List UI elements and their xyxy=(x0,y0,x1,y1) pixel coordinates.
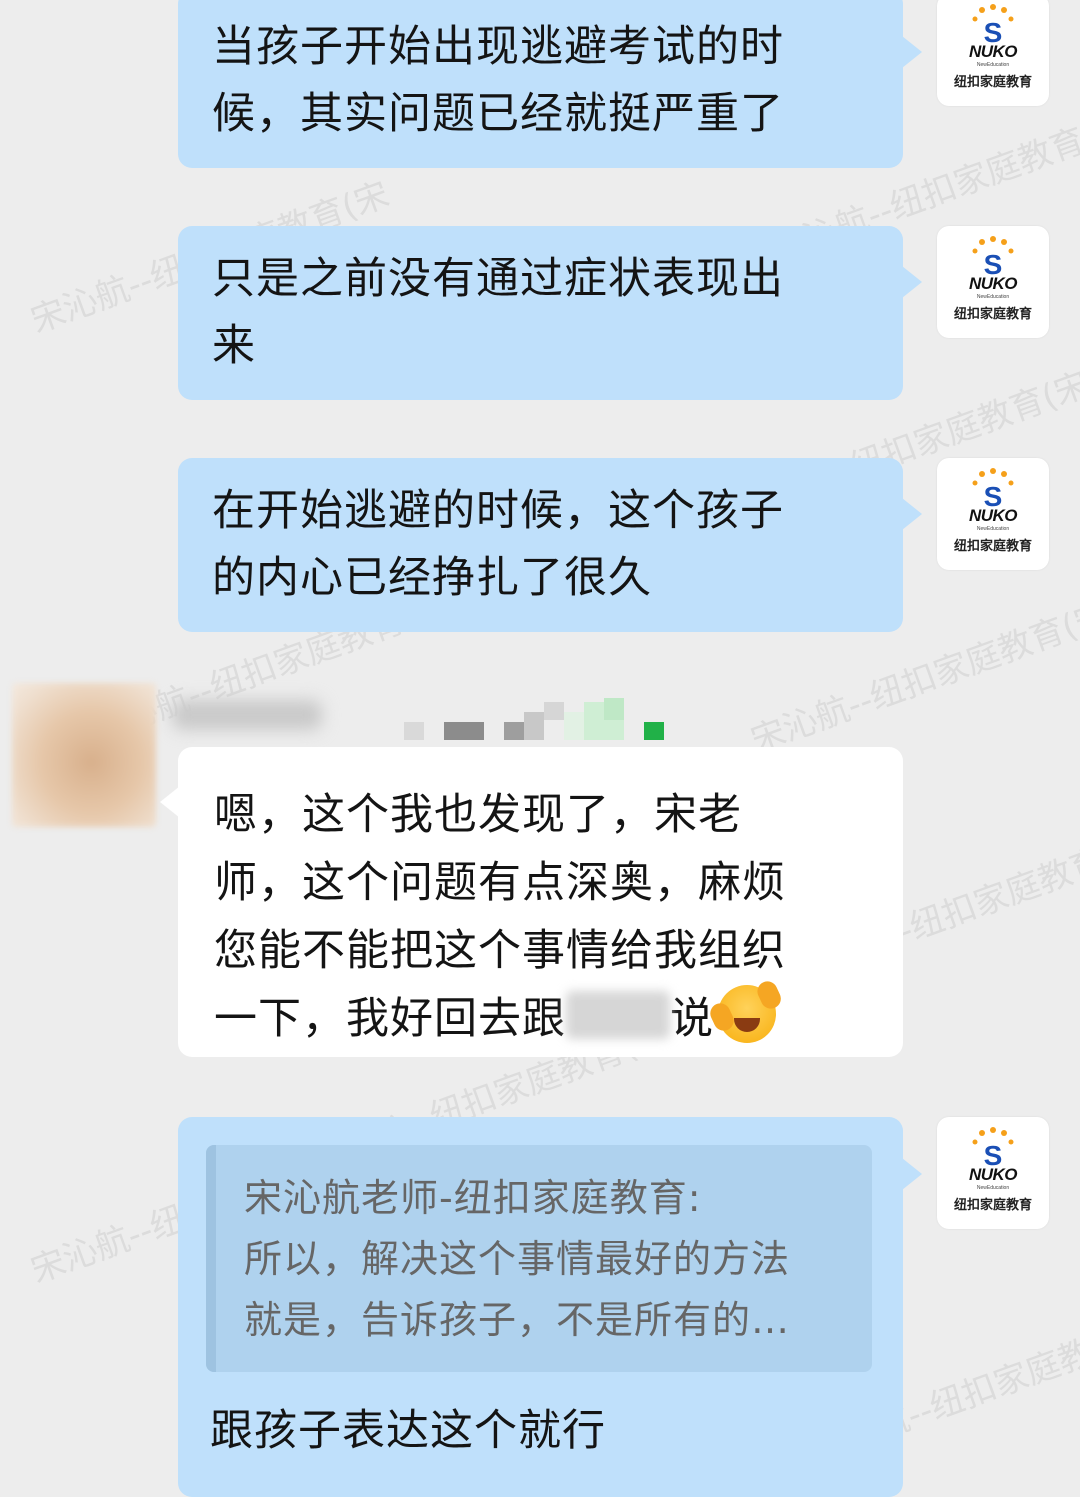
logo-brand: NUKO xyxy=(968,506,1018,525)
logo-brand: NUKO xyxy=(968,1165,1018,1184)
bubble-tail xyxy=(160,786,180,818)
teacher-avatar[interactable]: S NUKO NewEducation 纽扣家庭教育 xyxy=(937,458,1049,570)
bubble-tail xyxy=(902,498,922,530)
message-bubble-incoming[interactable]: 嗯，这个我也发现了，宋老 师，这个问题有点深奥，麻烦 您能不能把这个事情给我组织… xyxy=(178,747,903,1057)
logo-brand: NUKO xyxy=(968,42,1018,61)
logo-tagline: NewEducation xyxy=(976,62,1010,68)
quote-bar xyxy=(206,1145,216,1372)
message-text: 师，这个问题有点深奥，麻烦 xyxy=(214,858,786,908)
message-bubble-outgoing[interactable]: 在开始逃避的时候，这个孩子 的内心已经挣扎了很久 xyxy=(178,458,903,632)
bubble-tail xyxy=(902,36,922,68)
message-text: 跟孩子表达这个就行 xyxy=(210,1406,606,1456)
svg-text:S: S xyxy=(984,1140,1003,1167)
message-text: 一下，我好回去跟说 xyxy=(214,985,883,1053)
svg-text:S: S xyxy=(984,17,1003,44)
message-text: 只是之前没有通过症状表现出 xyxy=(212,254,784,304)
sun-logo-icon: S xyxy=(972,1127,1014,1167)
logo-cn: 纽扣家庭教育 xyxy=(953,1198,1032,1213)
logo-brand: NUKO xyxy=(968,274,1018,293)
teacher-avatar[interactable]: S NUKO NewEducation 纽扣家庭教育 xyxy=(937,0,1049,106)
teacher-avatar[interactable]: S NUKO NewEducation 纽扣家庭教育 xyxy=(937,1117,1049,1229)
svg-text:S: S xyxy=(984,481,1003,508)
teacher-avatar[interactable]: S NUKO NewEducation 纽扣家庭教育 xyxy=(937,226,1049,338)
bubble-tail xyxy=(902,266,922,298)
logo-tagline: NewEducation xyxy=(976,294,1010,300)
message-text: 在开始逃避的时候，这个孩子 xyxy=(212,486,784,536)
message-bubble-outgoing[interactable]: 当孩子开始出现逃避考试的时 候，其实问题已经就挺严重了 xyxy=(178,0,903,168)
quote-author: 宋沁航老师-纽扣家庭教育: xyxy=(244,1176,702,1220)
message-text: 您能不能把这个事情给我组织 xyxy=(214,926,786,976)
sun-logo-icon: S xyxy=(972,236,1014,276)
message-text: 当孩子开始出现逃避考试的时 xyxy=(212,22,784,72)
message-bubble-outgoing[interactable]: 只是之前没有通过症状表现出 来 xyxy=(178,226,903,400)
quote-line: 就是，告诉孩子，不是所有的… xyxy=(244,1298,791,1342)
message-text: 来 xyxy=(212,321,256,371)
message-text: 的内心已经挣扎了很久 xyxy=(212,553,652,603)
svg-text:S: S xyxy=(984,249,1003,276)
sender-name-redacted xyxy=(172,700,322,730)
bubble-tail xyxy=(902,1158,922,1190)
logo-cn: 纽扣家庭教育 xyxy=(953,75,1032,90)
sun-logo-icon: S xyxy=(972,4,1014,44)
sun-logo-icon: S xyxy=(972,468,1014,508)
facepalm-laugh-emoji-icon xyxy=(718,985,776,1043)
redacted-text xyxy=(566,991,670,1039)
logo-cn: 纽扣家庭教育 xyxy=(953,307,1032,322)
message-text: 候，其实问题已经就挺严重了 xyxy=(212,89,784,139)
logo-tagline: NewEducation xyxy=(976,1185,1010,1191)
user-avatar[interactable] xyxy=(12,683,156,827)
logo-tagline: NewEducation xyxy=(976,526,1010,532)
quote-line: 所以，解决这个事情最好的方法 xyxy=(244,1237,791,1281)
quoted-message-text: 宋沁航老师-纽扣家庭教育: 所以，解决这个事情最好的方法 就是，告诉孩子，不是所… xyxy=(244,1168,854,1351)
logo-cn: 纽扣家庭教育 xyxy=(953,539,1032,554)
message-text: 嗯，这个我也发现了，宋老 xyxy=(214,790,742,840)
